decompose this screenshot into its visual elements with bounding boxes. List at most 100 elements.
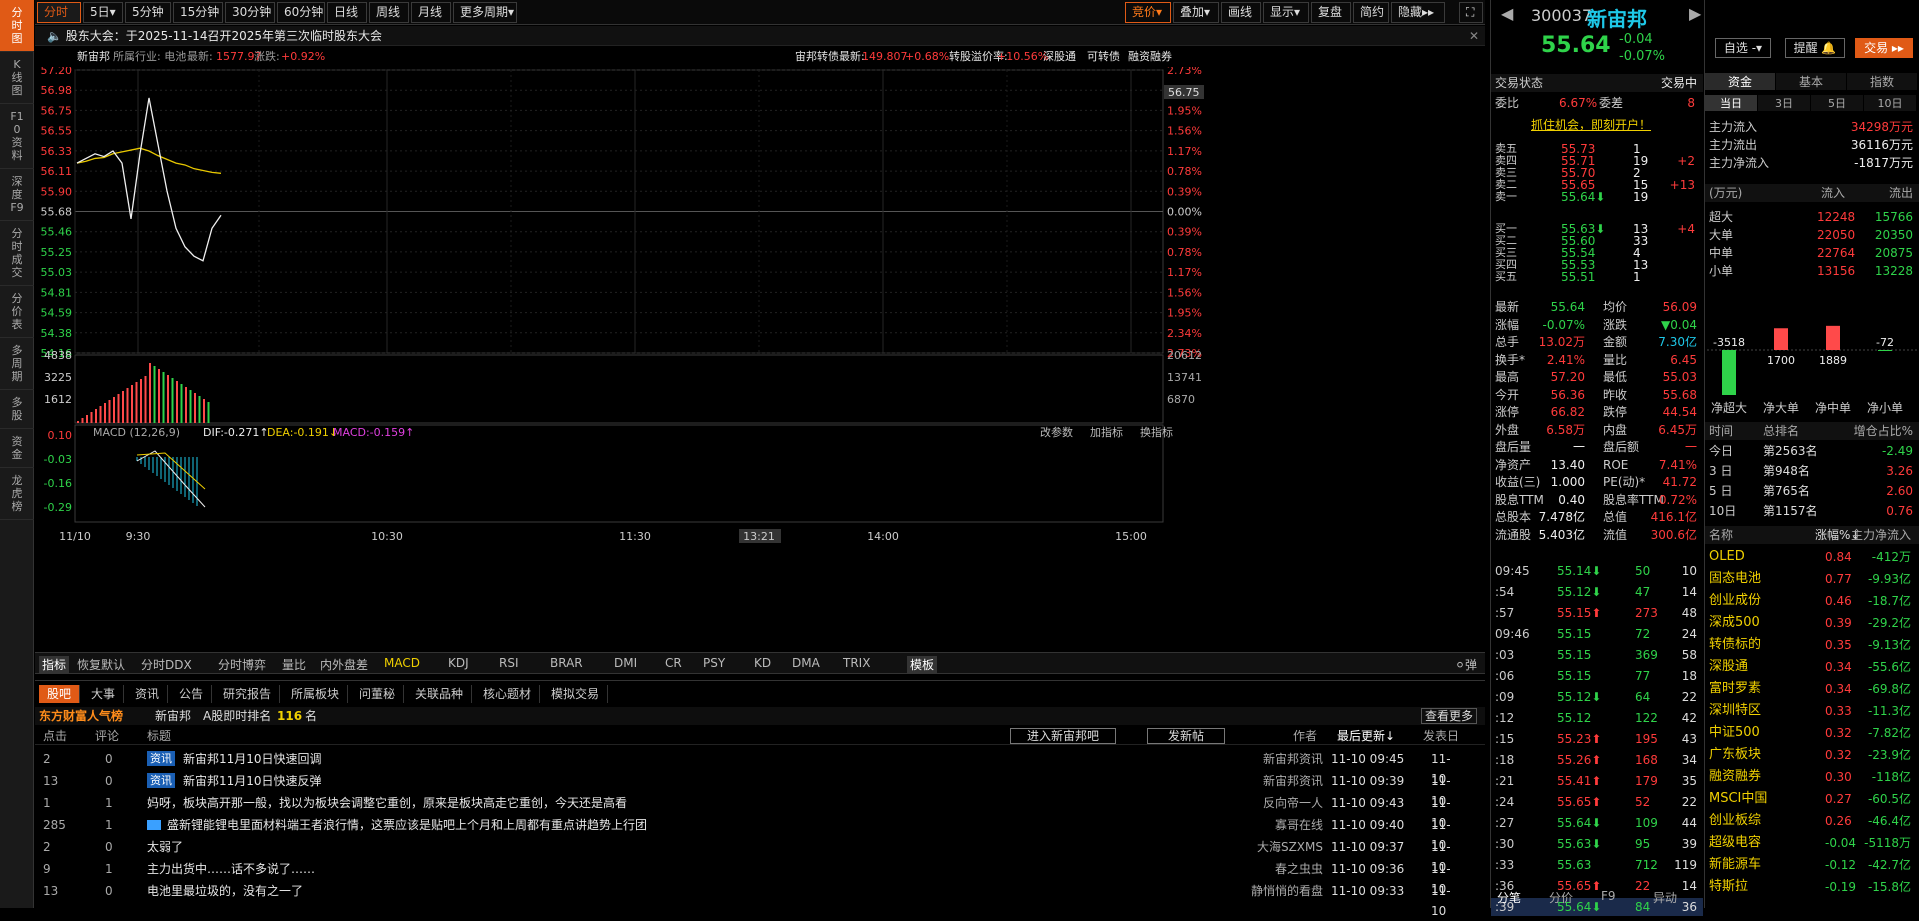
macd-link-0[interactable]: 改参数: [1040, 425, 1073, 439]
notice-bar[interactable]: 🔈 股东大会：于2025-11-14召开2025年第三次临时股东大会 ✕: [35, 26, 1485, 46]
indicator-5[interactable]: 内外盘差: [320, 656, 368, 673]
popup-toggle[interactable]: ⚪弹: [1455, 656, 1477, 673]
guba-tab-4[interactable]: 研究报告: [215, 685, 281, 703]
indicator-3[interactable]: 分时博弈: [218, 656, 266, 673]
tick-tab-1[interactable]: 分价: [1549, 889, 1573, 906]
guba-tab-5[interactable]: 所属板块: [283, 685, 349, 703]
col-4[interactable]: 最后更新↓: [1337, 727, 1395, 745]
post-author[interactable]: 新宙邦资讯: [1263, 749, 1323, 769]
period-btn-2[interactable]: 5分钟: [125, 2, 171, 23]
fund-sub-0[interactable]: 当日: [1705, 95, 1757, 111]
period-btn-5[interactable]: 60分钟: [277, 2, 325, 23]
macd-link-2[interactable]: 换指标: [1140, 425, 1173, 439]
tool-btn-2[interactable]: 画线: [1221, 2, 1261, 23]
intraday-chart[interactable]: 57.20 2.73% 56.98 2.34% 56.75 1.95% 56.55 1.56%…: [35, 67, 1485, 652]
post-author[interactable]: 春之虫虫: [1275, 859, 1323, 879]
post-button[interactable]: 发新帖: [1147, 728, 1226, 744]
left-tab-1[interactable]: K线图: [0, 52, 34, 104]
indicator-2[interactable]: 分时DDX: [141, 656, 192, 673]
post-author[interactable]: 静悄悄的看盘: [1251, 881, 1323, 901]
indicator-14[interactable]: DMA: [792, 656, 820, 670]
period-btn-3[interactable]: 15分钟: [173, 2, 223, 23]
fund-sub-3[interactable]: 10日: [1864, 95, 1916, 111]
period-btn-8[interactable]: 月线: [411, 2, 451, 23]
guba-tab-7[interactable]: 关联品种: [407, 685, 473, 703]
link-convertible[interactable]: 可转债: [1087, 47, 1120, 67]
enter-bar-button[interactable]: 进入新宙邦吧: [1010, 728, 1117, 744]
col-2[interactable]: 标题: [147, 727, 171, 745]
post-title[interactable]: 新宙邦11月10日快速反弹: [183, 771, 322, 791]
fund-sub-2[interactable]: 5日: [1811, 95, 1863, 111]
link-hk-connect[interactable]: 深股通: [1043, 47, 1076, 67]
col-0[interactable]: 点击: [43, 727, 67, 745]
left-tab-7[interactable]: 多股: [0, 390, 34, 429]
guba-tab-6[interactable]: 问董秘: [351, 685, 405, 703]
tick-tab-3[interactable]: 异动: [1653, 889, 1677, 906]
indicator-6[interactable]: MACD: [384, 656, 420, 670]
post-title[interactable]: 盛新锂能锂电里面材料端王者浪行情，这票应该是贴吧上个月和上周都有重点讲趋势上行团: [167, 815, 647, 835]
trade-button[interactable]: 交易 ▸▸: [1855, 38, 1913, 58]
indicator-7[interactable]: KDJ: [448, 656, 469, 670]
left-tab-2[interactable]: F10资料: [0, 104, 34, 169]
close-icon[interactable]: ✕: [1469, 26, 1479, 46]
post-row[interactable]: 9 1 主力出货中……话不多说了…… 春之虫虫 11-10 09:36 11-10: [35, 859, 1465, 896]
post-row[interactable]: 13 0 电池里最垃圾的，没有之一了 静悄悄的看盘 11-10 09:33 11-10: [35, 881, 1465, 918]
fund-tab-1[interactable]: 基本: [1776, 73, 1846, 90]
watchlist-button[interactable]: 自选 -▾: [1715, 38, 1771, 58]
guba-tab-2[interactable]: 资讯: [127, 685, 169, 703]
post-author[interactable]: 大海SZXMS: [1257, 837, 1323, 857]
left-tab-3[interactable]: 深度F9: [0, 169, 34, 221]
post-row[interactable]: 1 1 妈呀，板块高开那一般，找以为板块会调整它重创，原来是板块高走它重创，今天还是…: [35, 793, 1465, 830]
left-tab-9[interactable]: 龙虎榜: [0, 468, 34, 520]
col-3[interactable]: 作者: [1293, 727, 1317, 745]
post-row[interactable]: 2 0 资讯 新宙邦11月10日快速回调 新宙邦资讯 11-10 09:45 11-10: [35, 749, 1465, 786]
left-tab-4[interactable]: 分时成交: [0, 221, 34, 286]
post-title[interactable]: 妈呀，板块高开那一般，找以为板块会调整它重创，原来是板块高走它重创，今天还是高看: [147, 793, 627, 813]
post-author[interactable]: 寡哥在线: [1275, 815, 1323, 835]
left-tab-6[interactable]: 多周期: [0, 338, 34, 390]
prev-arrow-icon[interactable]: ◀: [1501, 4, 1513, 23]
tool-btn-4[interactable]: 复盘: [1311, 2, 1351, 23]
indicator-0[interactable]: 指标: [39, 656, 70, 673]
tool-btn-5[interactable]: 简约: [1353, 2, 1389, 23]
fullscreen-icon[interactable]: ⛶: [1459, 2, 1483, 23]
indicator-8[interactable]: RSI: [499, 656, 519, 670]
post-row[interactable]: 13 0 资讯 新宙邦11月10日快速反弹 新宙邦资讯 11-10 09:39 11-10: [35, 771, 1465, 808]
post-author[interactable]: 新宙邦资讯: [1263, 771, 1323, 791]
post-row[interactable]: 2 0 太弱了 大海SZXMS 11-10 09:37 11-10: [35, 837, 1465, 874]
indicator-16[interactable]: 模板: [907, 656, 938, 673]
alert-button[interactable]: 提醒 🔔: [1785, 38, 1845, 58]
guba-tab-9[interactable]: 模拟交易: [543, 685, 609, 703]
tool-btn-0[interactable]: 竞价▾: [1125, 2, 1171, 23]
fund-sub-1[interactable]: 3日: [1758, 95, 1810, 111]
tool-btn-3[interactable]: 显示▾: [1263, 2, 1309, 23]
period-btn-7[interactable]: 周线: [369, 2, 409, 23]
indicator-9[interactable]: BRAR: [550, 656, 583, 670]
tick-tab-0[interactable]: 分笔: [1497, 889, 1521, 906]
post-title[interactable]: 太弱了: [147, 837, 183, 857]
next-arrow-icon[interactable]: ▶: [1689, 4, 1701, 23]
post-title[interactable]: 新宙邦11月10日快速回调: [183, 749, 322, 769]
indicator-4[interactable]: 量比: [282, 656, 306, 673]
indicator-13[interactable]: KD: [754, 656, 771, 670]
more-button[interactable]: 查看更多: [1420, 708, 1477, 724]
left-tab-5[interactable]: 分价表: [0, 286, 34, 338]
fund-tab-2[interactable]: 指数: [1847, 73, 1917, 90]
guba-tab-0[interactable]: 股吧: [39, 685, 81, 703]
indicator-10[interactable]: DMI: [614, 656, 637, 670]
col-5[interactable]: 发表日: [1423, 727, 1459, 745]
post-author[interactable]: 反向帝一人: [1263, 793, 1323, 813]
left-tab-8[interactable]: 资金: [0, 429, 34, 468]
period-btn-0[interactable]: 分时: [37, 2, 81, 23]
guba-tab-1[interactable]: 大事: [83, 685, 125, 703]
post-title[interactable]: 电池里最垃圾的，没有之一了: [147, 881, 303, 901]
indicator-11[interactable]: CR: [665, 656, 682, 670]
period-btn-9[interactable]: 更多周期▾: [453, 2, 517, 23]
tool-btn-6[interactable]: 隐藏▸▸: [1391, 2, 1445, 23]
tool-btn-1[interactable]: 叠加▾: [1173, 2, 1219, 23]
indicator-15[interactable]: TRIX: [843, 656, 870, 670]
fund-tab-0[interactable]: 资金: [1705, 73, 1775, 90]
macd-link-1[interactable]: 加指标: [1090, 425, 1123, 439]
guba-tab-3[interactable]: 公告: [171, 685, 213, 703]
post-row[interactable]: 285 1 盛新锂能锂电里面材料端王者浪行情，这票应该是贴吧上个月和上周都有重点讲趋…: [35, 815, 1465, 852]
